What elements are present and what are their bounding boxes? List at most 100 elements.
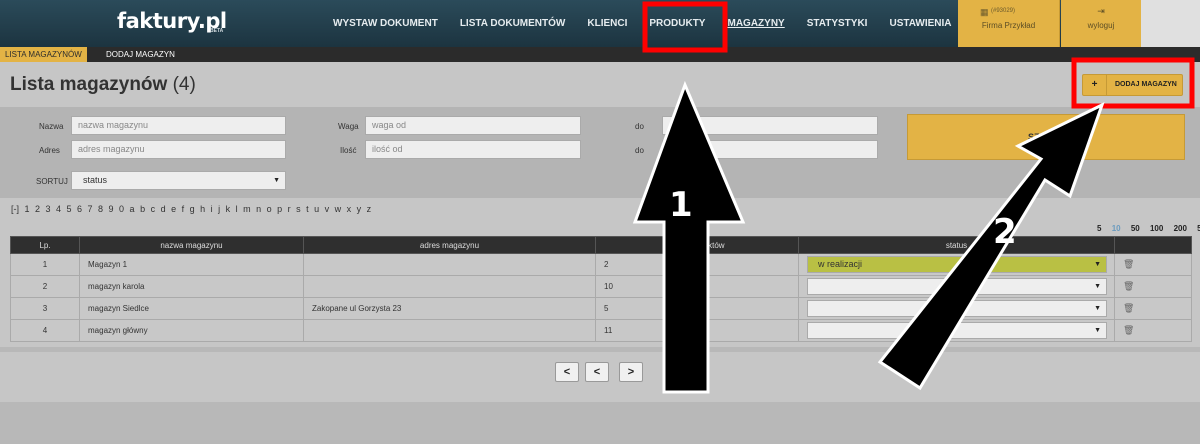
next-page-button[interactable]: > [619, 362, 643, 382]
cell-lp: 1 [10, 253, 80, 276]
table-row: 4 magazyn główny 11 ▼ 🗑 [10, 319, 1192, 342]
prev-page-button[interactable]: < [585, 362, 609, 382]
cell-lp: 3 [10, 297, 80, 320]
col-lp[interactable]: Lp. [10, 236, 80, 254]
trash-icon[interactable]: 🗑 [1123, 259, 1134, 269]
logout-label: wyloguj [1087, 21, 1115, 30]
first-page-button[interactable]: < [555, 362, 579, 382]
filter-panel: Nazwa nazwa magazynu Adres adres magazyn… [0, 107, 1200, 198]
horizontal-scrollbar[interactable] [0, 347, 1200, 352]
cell-count: 2 [595, 253, 799, 276]
cell-actions: 🗑 [1114, 319, 1192, 342]
cell-status: ▼ [798, 297, 1115, 320]
table-row: 1 Magazyn 1 2 w realizacji ▼ 🗑 [10, 253, 1192, 276]
col-address[interactable]: adres magazynu [303, 236, 596, 254]
status-value: w realizacji [818, 259, 863, 269]
cell-actions: 🗑 [1114, 297, 1192, 320]
chevron-down-icon: ▼ [1094, 283, 1101, 290]
nav-klienci[interactable]: KLIENCI [576, 0, 638, 47]
main-content: Lista magazynów (4) + DODAJ MAGAZYN Nazw… [0, 62, 1200, 444]
name-label: Nazwa [39, 122, 64, 131]
cell-status: ▼ [798, 319, 1115, 342]
sub-nav: LISTA MAGAZYNÓW DODAJ MAGAZYN [0, 47, 1200, 62]
col-actions [1114, 236, 1192, 254]
sort-label: SORTUJ [36, 177, 68, 186]
nav-magazyny[interactable]: MAGAZYNY [716, 0, 795, 47]
account-name: Firma Przykład [981, 21, 1036, 30]
status-select[interactable]: ▼ [807, 300, 1107, 317]
cell-address [303, 275, 596, 298]
weight-from-input[interactable]: waga od [365, 116, 581, 135]
quantity-label: Ilość [340, 146, 357, 155]
cell-address [303, 319, 596, 342]
quantity-to-input[interactable]: do [662, 140, 878, 159]
weight-to-input[interactable]: do [662, 116, 878, 135]
table-header: Lp. nazwa magazynu adres magazynu ilość … [10, 236, 1192, 254]
account-id: (#93029) [991, 8, 1016, 14]
cell-count: 5 [595, 297, 799, 320]
table-row: 3 magazyn Siedlce Zakopane ul Gorzysta 2… [10, 297, 1192, 320]
trash-icon[interactable]: 🗑 [1123, 325, 1134, 335]
page-title-text: Lista magazynów [10, 74, 168, 95]
status-select[interactable]: ▼ [807, 322, 1107, 339]
status-select[interactable]: ▼ [807, 278, 1107, 295]
per-page-200[interactable]: 200 [1174, 224, 1187, 233]
logout-icon: ⇥ [1097, 6, 1105, 16]
nav-ustawienia[interactable]: USTAWIENIA [878, 0, 962, 47]
weight-label: Waga [338, 122, 359, 131]
per-page-selector: 5 10 50 100 200 500 [1089, 224, 1200, 233]
cell-lp: 4 [10, 319, 80, 342]
main-nav: WYSTAW DOKUMENT LISTA DOKUMENTÓW KLIENCI… [322, 0, 963, 47]
nav-statystyki[interactable]: STATYSTYKI [796, 0, 879, 47]
add-warehouse-label: DODAJ MAGAZYN [1115, 81, 1177, 88]
nav-wystaw-dokument[interactable]: WYSTAW DOKUMENT [322, 0, 449, 47]
cell-name: magazyn główny [79, 319, 304, 342]
cell-status: ▼ [798, 275, 1115, 298]
warehouse-table: Lp. nazwa magazynu adres magazynu ilość … [10, 236, 1192, 342]
col-product-count[interactable]: ilość produktów [595, 236, 799, 254]
top-bar-fill [1141, 0, 1200, 47]
page-title: Lista magazynów (4) [10, 74, 196, 96]
status-select[interactable]: w realizacji ▼ [807, 256, 1107, 273]
per-page-100[interactable]: 100 [1150, 224, 1163, 233]
address-input[interactable]: adres magazynu [71, 140, 286, 159]
cell-count: 11 [595, 319, 799, 342]
cell-address [303, 253, 596, 276]
chevron-down-icon: ▼ [1094, 261, 1101, 268]
footer-band [0, 402, 1200, 444]
chevron-down-icon: ▼ [1094, 305, 1101, 312]
alphabet-filter[interactable]: [-] 1 2 3 4 5 6 7 8 9 0 a b c d e f g h … [11, 204, 371, 214]
cell-lp: 2 [10, 275, 80, 298]
chevron-down-icon: ▼ [273, 177, 280, 184]
nav-lista-dokumentow[interactable]: LISTA DOKUMENTÓW [449, 0, 577, 47]
col-name[interactable]: nazwa magazynu [79, 236, 304, 254]
building-icon: ▦ [980, 7, 989, 17]
trash-icon[interactable]: 🗑 [1123, 281, 1134, 291]
per-page-10[interactable]: 10 [1112, 224, 1121, 233]
quantity-from-input[interactable]: ilość od [365, 140, 581, 159]
address-label: Adres [39, 146, 60, 155]
logout-button[interactable]: ⇥ wyloguj [1061, 0, 1141, 47]
cell-name: magazyn Siedlce [79, 297, 304, 320]
search-button[interactable]: SZUKAJ [907, 114, 1185, 160]
quantity-to-label: do [635, 146, 644, 155]
col-status[interactable]: status [798, 236, 1115, 254]
trash-icon[interactable]: 🗑 [1123, 303, 1134, 313]
account-button[interactable]: ▦ (#93029) Firma Przykład [958, 0, 1060, 47]
cell-name: Magazyn 1 [79, 253, 304, 276]
subnav-lista-magazynow[interactable]: LISTA MAGAZYNÓW [0, 47, 87, 62]
cell-actions: 🗑 [1114, 275, 1192, 298]
cell-address: Zakopane ul Gorzysta 23 [303, 297, 596, 320]
subnav-dodaj-magazyn[interactable]: DODAJ MAGAZYN [101, 47, 180, 62]
per-page-50[interactable]: 50 [1131, 224, 1140, 233]
page-title-count: (4) [172, 74, 196, 95]
cell-actions: 🗑 [1114, 253, 1192, 276]
cell-count: 10 [595, 275, 799, 298]
name-input[interactable]: nazwa magazynu [71, 116, 286, 135]
per-page-5[interactable]: 5 [1097, 224, 1101, 233]
plus-icon: + [1083, 75, 1107, 95]
sort-select[interactable]: status ▼ [71, 171, 286, 190]
nav-produkty[interactable]: PRODUKTY [638, 0, 716, 47]
add-warehouse-button[interactable]: + DODAJ MAGAZYN [1082, 74, 1183, 96]
weight-to-label: do [635, 122, 644, 131]
